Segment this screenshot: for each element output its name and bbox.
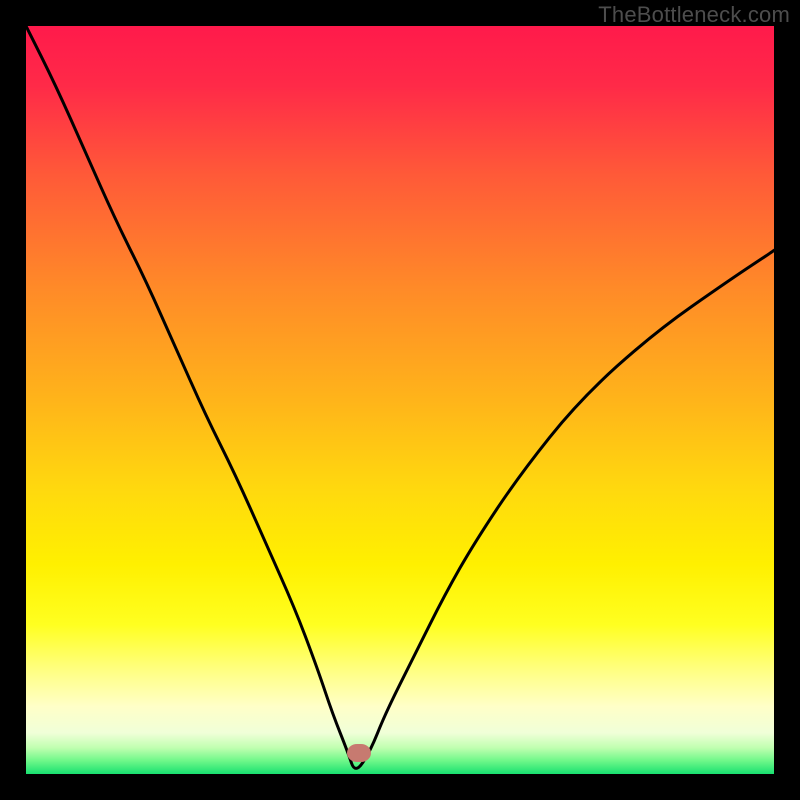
curve-path: [26, 26, 774, 768]
bottleneck-curve: [26, 26, 774, 774]
optimum-marker: [347, 744, 371, 762]
chart-frame: TheBottleneck.com: [0, 0, 800, 800]
watermark-text: TheBottleneck.com: [598, 2, 790, 28]
plot-area: [26, 26, 774, 774]
